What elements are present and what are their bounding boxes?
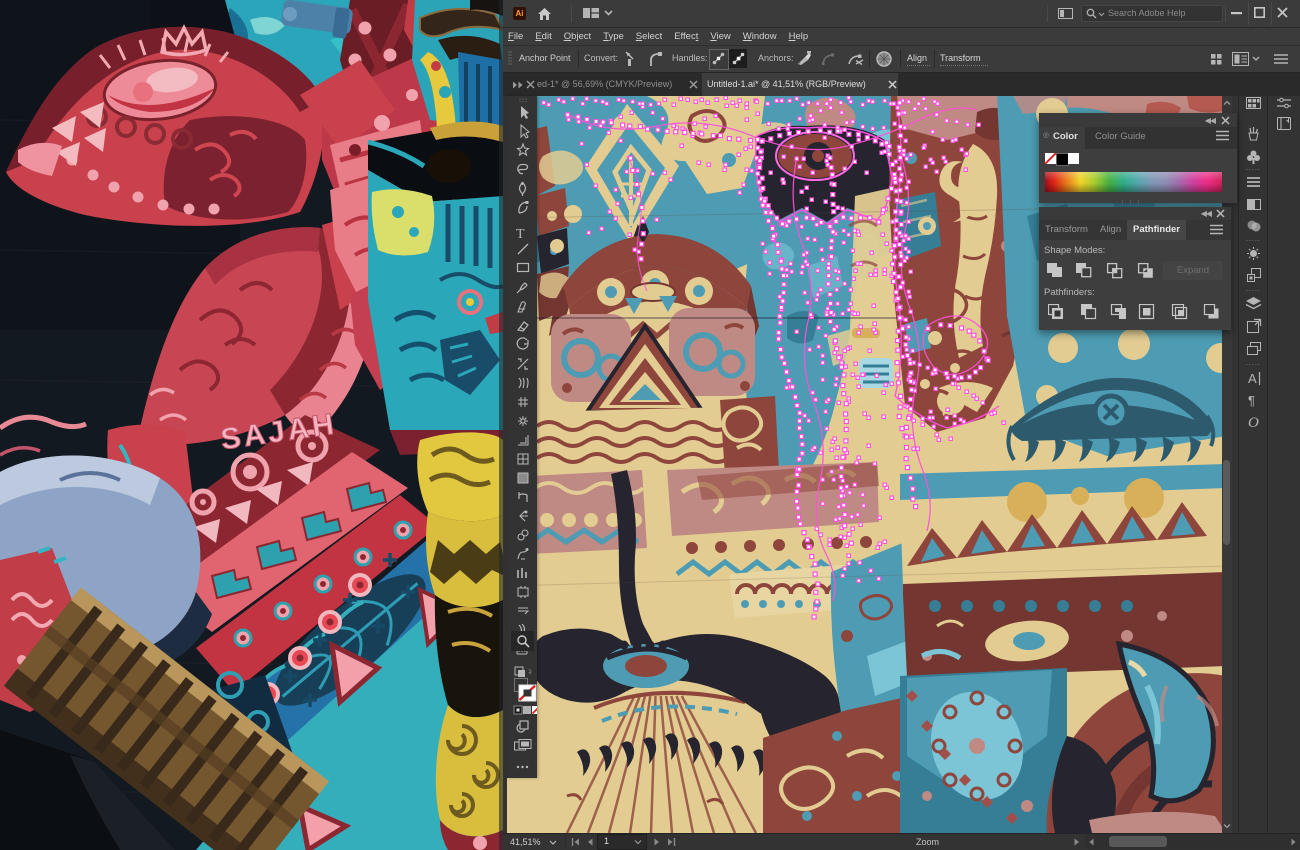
svg-text:T: T [516, 227, 525, 242]
svg-text:O: O [1248, 415, 1259, 431]
svg-text:¶: ¶ [1248, 393, 1255, 408]
svg-text:A: A [1248, 371, 1257, 386]
